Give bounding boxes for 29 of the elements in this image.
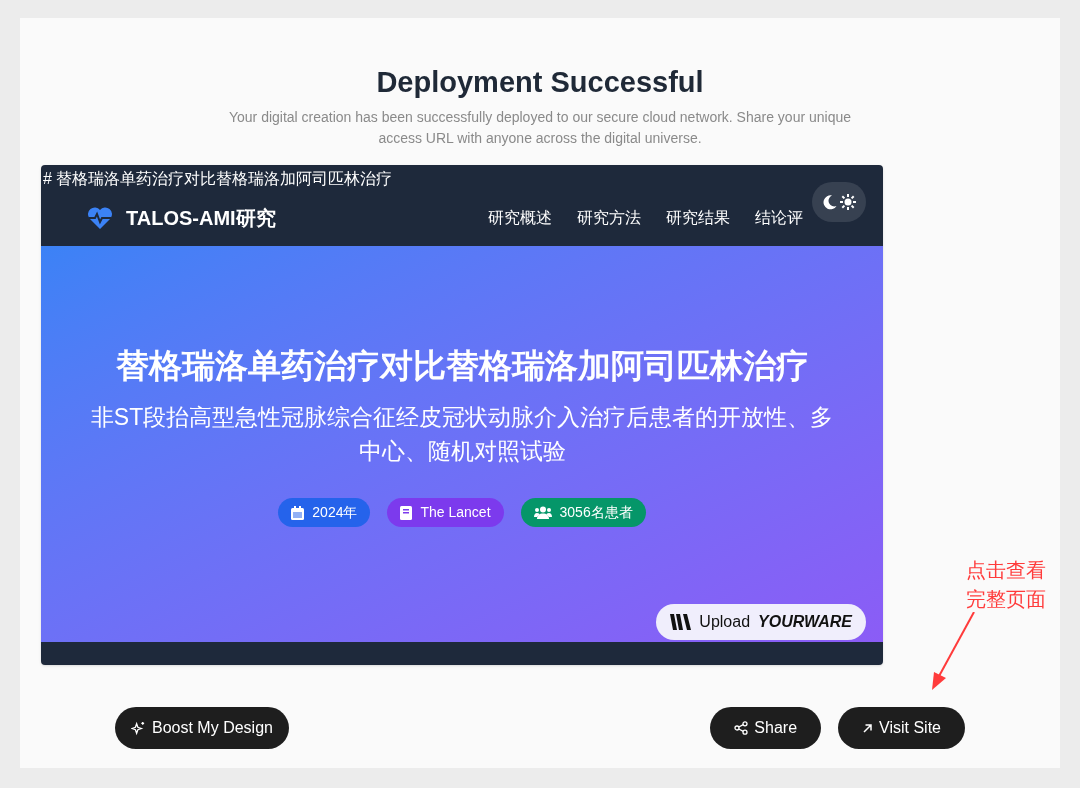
action-button[interactable]: Boost My Design bbox=[115, 707, 289, 749]
calendar-icon bbox=[291, 505, 305, 520]
nav-link[interactable]: 结论评 bbox=[755, 206, 803, 230]
action-button[interactable]: Share bbox=[710, 707, 822, 749]
annotation-text: 点击查看完整页面 bbox=[965, 558, 1047, 612]
page-title: Deployment Successful bbox=[376, 68, 704, 97]
logo-icon bbox=[670, 614, 692, 630]
sun-icon bbox=[839, 194, 856, 210]
info-badge: The Lancet bbox=[387, 498, 504, 527]
arrow-up-right-icon bbox=[862, 722, 874, 734]
info-badge: 3056名患者 bbox=[520, 498, 646, 527]
moon-icon bbox=[822, 194, 837, 210]
action-button[interactable]: Visit Site bbox=[838, 707, 965, 749]
subtitle: Your digital creation has been successfully deployed to our secure cloud network. Share your unique access URL with anyone across the digital universe. bbox=[227, 108, 853, 148]
book-icon bbox=[400, 505, 413, 520]
sparkle-icon bbox=[131, 720, 146, 736]
upload-button[interactable]: Upload YOURWARE bbox=[656, 604, 866, 640]
heart-pulse-icon bbox=[87, 206, 113, 230]
hero-subtitle: 非ST段抬高型急性冠脉综合征经皮冠状动脉介入治疗后患者的开放性、多中心、随机对照试验 bbox=[89, 403, 835, 466]
brand-name: TALOS-AMI研究 bbox=[126, 206, 276, 231]
nav-link[interactable]: 研究结果 bbox=[666, 206, 730, 230]
nav-link[interactable]: 研究概述 bbox=[488, 206, 552, 230]
share-icon bbox=[734, 721, 749, 735]
nav-link[interactable]: 研究方法 bbox=[577, 206, 641, 230]
preview-page-title: # 替格瑞洛单药治疗对比替格瑞洛加阿司匹林治疗 bbox=[42, 169, 394, 189]
people-icon bbox=[533, 506, 552, 519]
theme-toggle[interactable] bbox=[812, 182, 866, 222]
info-badge: 2024年 bbox=[278, 498, 371, 527]
hero-title: 替格瑞洛单药治疗对比替格瑞洛加阿司匹林治疗 bbox=[115, 345, 809, 387]
